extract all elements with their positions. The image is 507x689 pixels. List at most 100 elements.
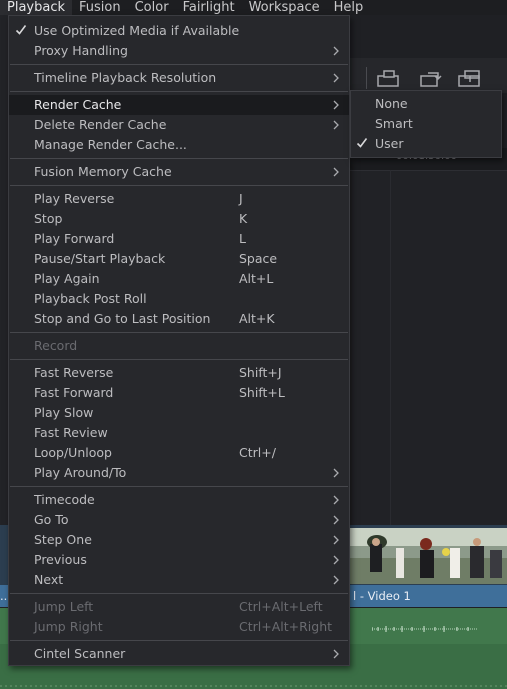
menu-item-next[interactable]: Next: [9, 570, 349, 590]
menu-item-label: Timeline Playback Resolution: [34, 70, 217, 85]
menubar-color[interactable]: Color: [128, 0, 176, 15]
menu-item-shortcut: L: [239, 231, 246, 246]
menu-item-label: Jump Left: [34, 599, 94, 614]
overwrite-clip-icon[interactable]: [376, 70, 402, 88]
menu-item-label: Loop/Unloop: [34, 445, 112, 460]
menu-item-shortcut: Shift+J: [239, 365, 282, 380]
menu-item-label: Delete Render Cache: [34, 117, 167, 132]
menu-item-label: Playback Post Roll: [34, 291, 147, 306]
menu-item-loop-unloop[interactable]: Loop/Unloop Ctrl+/: [9, 443, 349, 463]
menu-separator: [10, 486, 348, 487]
menu-separator: [10, 359, 348, 360]
menu-item-label: Render Cache: [34, 97, 122, 112]
render-cache-submenu: None Smart User: [350, 90, 502, 158]
menubar-fusion[interactable]: Fusion: [72, 0, 128, 15]
menu-item-fast-reverse[interactable]: Fast Reverse Shift+J: [9, 363, 349, 383]
submenu-item-user[interactable]: User: [351, 134, 501, 154]
menu-item-label: Timecode: [34, 492, 95, 507]
menu-item-step-one[interactable]: Step One: [9, 530, 349, 550]
menu-item-shortcut: Alt+K: [239, 311, 275, 326]
clip-thumbnail[interactable]: [350, 528, 507, 584]
menu-item-label: Use Optimized Media if Available: [34, 23, 240, 38]
chevron-right-icon: [333, 468, 339, 478]
menu-item-label: Pause/Start Playback: [34, 251, 166, 266]
menubar-help[interactable]: Help: [327, 0, 371, 15]
menu-item-playback-post-roll[interactable]: Playback Post Roll: [9, 289, 349, 309]
checkmark-icon: [356, 138, 368, 148]
submenu-item-label: None: [375, 96, 408, 111]
menu-item-label: Record: [34, 338, 78, 353]
menu-item-label: Play Again: [34, 271, 100, 286]
menu-item-fast-forward[interactable]: Fast Forward Shift+L: [9, 383, 349, 403]
menu-item-label: Jump Right: [34, 619, 103, 634]
audio-waveform-lower: [0, 685, 507, 687]
menu-item-shortcut: Ctrl+Alt+Right: [239, 619, 333, 634]
chevron-right-icon: [333, 535, 339, 545]
menu-separator: [10, 332, 348, 333]
menubar-fairlight[interactable]: Fairlight: [176, 0, 242, 15]
menu-item-play-slow[interactable]: Play Slow: [9, 403, 349, 423]
menubar-workspace[interactable]: Workspace: [242, 0, 327, 15]
menu-item-shortcut: K: [239, 211, 248, 226]
submenu-item-label: User: [375, 136, 404, 151]
menu-item-label: Stop and Go to Last Position: [34, 311, 211, 326]
checkmark-icon: [15, 25, 27, 35]
menu-item-proxy-handling[interactable]: Proxy Handling: [9, 41, 349, 61]
chevron-right-icon: [333, 100, 339, 110]
chevron-right-icon: [333, 46, 339, 56]
menu-item-record: Record: [9, 336, 349, 356]
menu-item-label: Fast Review: [34, 425, 108, 440]
menu-item-cintel-scanner[interactable]: Cintel Scanner: [9, 644, 349, 664]
menu-item-shortcut: Space: [239, 251, 278, 266]
menu-item-play-forward[interactable]: Play Forward L: [9, 229, 349, 249]
submenu-item-none[interactable]: None: [351, 94, 501, 114]
menu-item-shortcut: Ctrl+/: [239, 445, 276, 460]
menu-item-label: Cintel Scanner: [34, 646, 126, 661]
playback-menu: Use Optimized Media if Available Proxy Ha…: [8, 15, 350, 666]
menu-item-label: Next: [34, 572, 64, 587]
menu-item-label: Previous: [34, 552, 87, 567]
menu-item-shortcut: Ctrl+Alt+Left: [239, 599, 323, 614]
menu-item-label: Proxy Handling: [34, 43, 128, 58]
chevron-right-icon: [333, 649, 339, 659]
menu-item-stop[interactable]: Stop K: [9, 209, 349, 229]
menubar-playback[interactable]: Playback: [0, 0, 73, 15]
menu-bar: Playback Fusion Color Fairlight Workspace Hel…: [0, 0, 507, 15]
menu-item-label: Play Around/To: [34, 465, 127, 480]
audio-waveform: [372, 626, 477, 632]
menu-item-shortcut: Shift+L: [239, 385, 285, 400]
menu-item-label: Play Reverse: [34, 191, 115, 206]
submenu-item-label: Smart: [375, 116, 413, 131]
menu-item-timecode[interactable]: Timecode: [9, 490, 349, 510]
menu-item-fast-review[interactable]: Fast Review: [9, 423, 349, 443]
menu-item-go-to[interactable]: Go To: [9, 510, 349, 530]
menu-item-play-again[interactable]: Play Again Alt+L: [9, 269, 349, 289]
chevron-right-icon: [333, 495, 339, 505]
submenu-item-smart[interactable]: Smart: [351, 114, 501, 134]
menu-item-previous[interactable]: Previous: [9, 550, 349, 570]
toolbar-divider: [366, 67, 367, 89]
place-on-top-icon[interactable]: [457, 70, 483, 88]
menu-separator: [10, 158, 348, 159]
chevron-right-icon: [333, 555, 339, 565]
menu-separator: [10, 91, 348, 92]
menu-item-stop-and-go-to-last-position[interactable]: Stop and Go to Last Position Alt+K: [9, 309, 349, 329]
menu-item-fusion-memory-cache[interactable]: Fusion Memory Cache: [9, 162, 349, 182]
replace-clip-icon[interactable]: [418, 70, 444, 88]
menu-item-render-cache[interactable]: Render Cache: [9, 95, 349, 115]
menu-separator: [10, 640, 348, 641]
chevron-right-icon: [333, 167, 339, 177]
clip-label: l - Video 1: [353, 589, 411, 603]
menu-item-label: Fast Forward: [34, 385, 114, 400]
menu-item-play-reverse[interactable]: Play Reverse J: [9, 189, 349, 209]
menu-separator: [10, 593, 348, 594]
menu-item-timeline-playback-resolution[interactable]: Timeline Playback Resolution: [9, 68, 349, 88]
menu-item-delete-render-cache[interactable]: Delete Render Cache: [9, 115, 349, 135]
menu-item-label: Stop: [34, 211, 63, 226]
menu-item-use-optimized-media-if-available[interactable]: Use Optimized Media if Available: [9, 21, 349, 41]
menu-item-manage-render-cache[interactable]: Manage Render Cache...: [9, 135, 349, 155]
menu-item-play-around-to[interactable]: Play Around/To: [9, 463, 349, 483]
timeline-gridline: [390, 170, 391, 525]
menu-item-pause-start-playback[interactable]: Pause/Start Playback Space: [9, 249, 349, 269]
chevron-right-icon: [333, 120, 339, 130]
